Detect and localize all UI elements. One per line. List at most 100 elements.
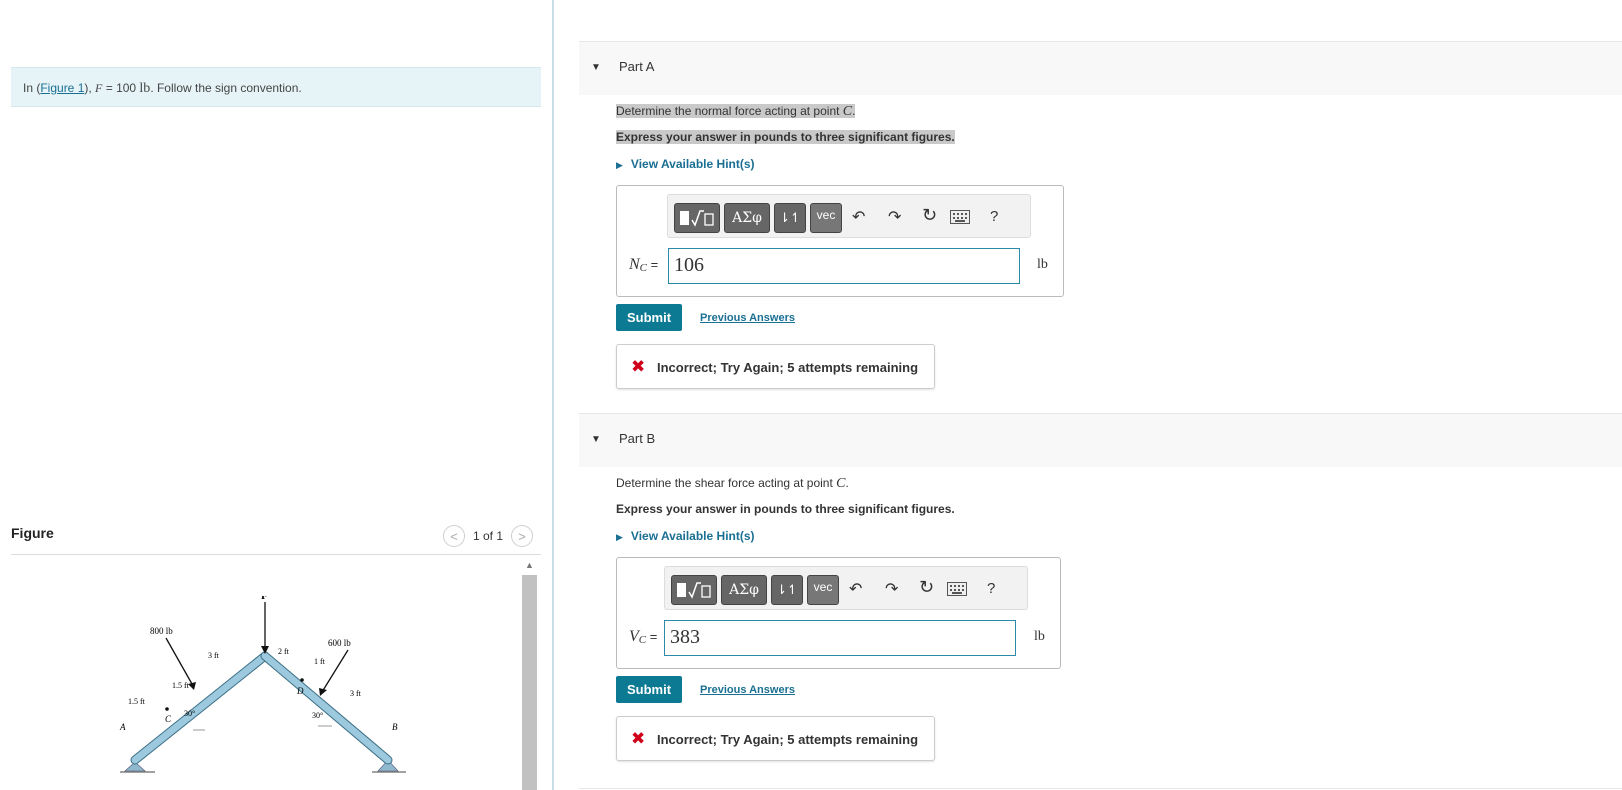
part-b-question-end: . [845, 476, 849, 490]
label-point-b: B [392, 722, 398, 732]
part-a-title: Part A [619, 59, 655, 74]
label-load-800: 800 lb [150, 626, 173, 636]
reset-icon[interactable]: ↻ [922, 205, 937, 226]
intro-prefix: In ( [23, 81, 41, 95]
part-a-var-sub: C [639, 262, 648, 274]
template-icon [680, 210, 714, 227]
part-b-question: Determine the shear force acting at poin… [616, 476, 849, 492]
part-b-submit-button[interactable]: Submit [616, 676, 682, 703]
part-a-question-point: C [842, 104, 853, 119]
part-a-submit-button[interactable]: Submit [616, 304, 682, 331]
part-a-instruction-text: Express your answer in pounds to three s… [616, 130, 955, 144]
part-b-math-toolbar: ΑΣφ ⇂↿ vec ↶ ↷ ↻ ? [664, 566, 1028, 610]
part-b-variable: VC = [629, 628, 657, 646]
part-a-header[interactable]: ▼ Part A [579, 41, 1622, 95]
label-angle-right: 30° [312, 711, 323, 720]
label-dim-15ft-upper: 1.5 ft [172, 681, 190, 690]
redo-icon[interactable]: ↷ [885, 579, 898, 599]
pane-divider[interactable] [552, 0, 554, 790]
part-b-unit: lb [1034, 629, 1045, 644]
subscript-button[interactable]: ⇂↿ [774, 203, 806, 233]
problem-statement: In (Figure 1), F = 100 lb. Follow the si… [11, 67, 541, 107]
member-right [261, 652, 392, 764]
incorrect-x-icon: ✖ [631, 729, 646, 748]
template-button[interactable] [671, 575, 717, 605]
part-a-var-main: N [629, 256, 640, 273]
figure-prev-button[interactable]: < [443, 525, 465, 547]
point-c-dot [165, 707, 169, 711]
part-b-hint-label: View Available Hint(s) [630, 529, 755, 543]
template-button[interactable] [674, 203, 720, 233]
part-a-hint-link[interactable]: ▶ View Available Hint(s) [616, 157, 755, 171]
scroll-thumb[interactable] [522, 575, 537, 790]
reset-icon[interactable]: ↻ [919, 577, 934, 598]
part-a-answer-box: ΑΣφ ⇂↿ vec ↶ ↷ ↻ ? NC = 106 lb [616, 185, 1064, 297]
greek-button[interactable]: ΑΣφ [724, 203, 770, 233]
part-a-instruction: Express your answer in pounds to three s… [616, 130, 955, 144]
part-b-equals: = [646, 629, 658, 644]
part-a-hint-label: View Available Hint(s) [630, 157, 755, 171]
part-a-answer-input[interactable]: 106 [668, 248, 1020, 284]
chevron-left-icon: < [450, 528, 458, 544]
label-dim-2ft: 2 ft [278, 647, 290, 656]
greek-button[interactable]: ΑΣφ [721, 575, 767, 605]
help-button[interactable]: ? [987, 580, 995, 597]
part-a-feedback-text: Incorrect; Try Again; 5 attempts remaini… [657, 360, 919, 375]
part-a-equals: = [647, 257, 659, 272]
subscript-button[interactable]: ⇂↿ [771, 575, 803, 605]
undo-icon[interactable]: ↶ [849, 579, 862, 599]
figure-page-count: 1 of 1 [473, 529, 504, 543]
part-b-title: Part B [619, 431, 656, 446]
part-a-unit: lb [1037, 257, 1048, 272]
vec-button[interactable]: vec [810, 203, 842, 233]
caret-down-icon: ▼ [591, 434, 601, 445]
load-800-arrow [165, 637, 193, 685]
frame-figure: F 800 lb 600 lb 3 ft 2 ft 1 ft 1.5 ft 1.… [119, 596, 406, 773]
vec-button[interactable]: vec [807, 575, 839, 605]
figure-scrollbar[interactable]: ▲ [521, 558, 538, 790]
chevron-right-icon: > [518, 528, 526, 544]
part-b-answer-box: ΑΣφ ⇂↿ vec ↶ ↷ ↻ ? VC = 383 lb [616, 557, 1061, 669]
intro-unit: lb [139, 81, 151, 96]
figure-divider [11, 554, 541, 555]
intro-mid: ), [84, 81, 96, 95]
redo-icon[interactable]: ↷ [888, 207, 901, 227]
part-a-previous-answers-link[interactable]: Previous Answers [700, 312, 795, 324]
part-a-question: Determine the normal force acting at poi… [616, 104, 856, 120]
part-b-hint-link[interactable]: ▶ View Available Hint(s) [616, 529, 755, 543]
keyboard-icon[interactable] [947, 582, 967, 596]
part-b-answer-input[interactable]: 383 [664, 620, 1016, 656]
member-left [131, 652, 269, 764]
part-b-previous-answers-link[interactable]: Previous Answers [700, 684, 795, 696]
label-angle-left: 30° [184, 709, 195, 718]
intro-eq: = 100 [102, 81, 140, 95]
figure-link[interactable]: Figure 1 [40, 81, 84, 95]
part-b-bottom-divider [579, 788, 1622, 789]
intro-suffix: . Follow the sign convention. [150, 81, 302, 95]
point-d-dot [300, 678, 304, 682]
left-pane: In (Figure 1), F = 100 lb. Follow the si… [0, 0, 552, 790]
load-800-head [188, 682, 196, 690]
part-b-feedback-text: Incorrect; Try Again; 5 attempts remaini… [657, 732, 919, 747]
label-point-c: C [165, 714, 172, 724]
part-a-question-text: Determine the normal force acting at poi… [616, 104, 843, 118]
load-600-head [319, 688, 327, 696]
incorrect-x-icon: ✖ [631, 357, 646, 376]
figure-next-button[interactable]: > [511, 525, 534, 547]
label-dim-3ft-right: 3 ft [350, 689, 362, 698]
help-button[interactable]: ? [990, 208, 998, 225]
undo-icon[interactable]: ↶ [852, 207, 865, 227]
label-point-d: D [296, 686, 304, 696]
part-a-question-end: . [852, 104, 856, 118]
part-b-instruction: Express your answer in pounds to three s… [616, 502, 955, 516]
caret-down-icon: ▼ [591, 62, 601, 73]
part-a-feedback: ✖ Incorrect; Try Again; 5 attempts remai… [616, 344, 935, 389]
part-a-variable: NC = [629, 256, 658, 274]
part-b-header[interactable]: ▼ Part B [579, 413, 1622, 467]
label-force-f: F [261, 596, 268, 602]
label-dim-3ft-left: 3 ft [208, 651, 220, 660]
keyboard-icon[interactable] [950, 210, 970, 224]
scroll-up-icon[interactable]: ▲ [521, 558, 538, 572]
template-icon [677, 582, 711, 599]
part-a-math-toolbar: ΑΣφ ⇂↿ vec ↶ ↷ ↻ ? [667, 194, 1031, 238]
